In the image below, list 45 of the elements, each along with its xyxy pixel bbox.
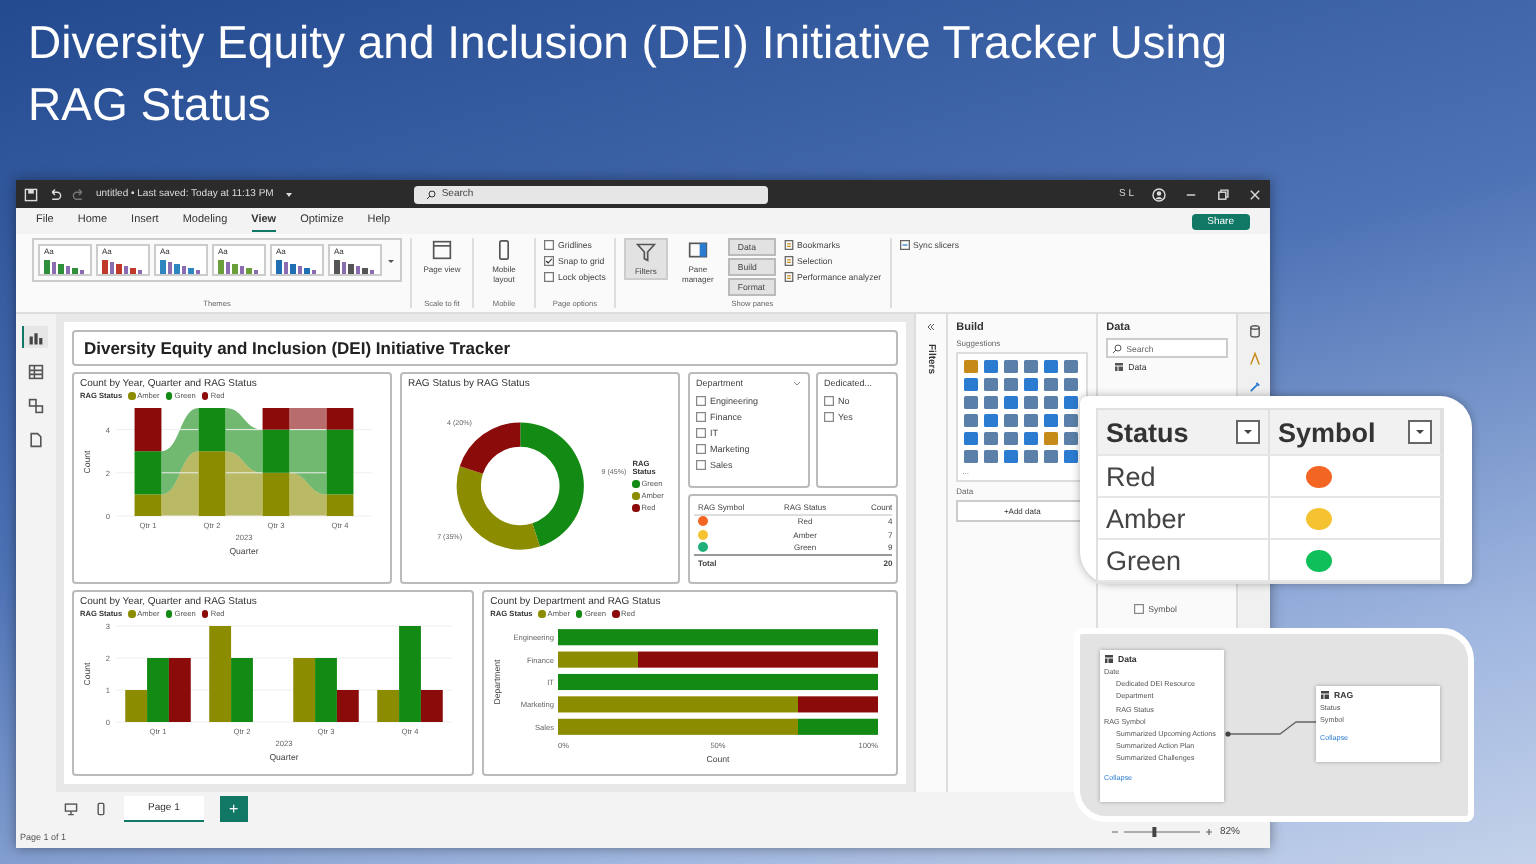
table-icon <box>1114 362 1125 372</box>
save-icon[interactable] <box>24 187 38 201</box>
checkbox[interactable] <box>544 256 554 266</box>
dropdown-icon[interactable] <box>1236 420 1260 444</box>
table-cell: Green <box>1106 545 1182 575</box>
checkbox[interactable] <box>824 411 835 421</box>
visuals-grid-drawing[interactable] <box>962 358 1083 466</box>
redo-icon[interactable] <box>72 187 86 201</box>
search-icon <box>1112 343 1123 353</box>
caret-icon[interactable] <box>283 189 294 199</box>
close-icon[interactable] <box>1248 187 1262 201</box>
avatar-icon[interactable] <box>1152 187 1166 201</box>
collapse-icon[interactable] <box>926 322 937 332</box>
column-header: Status <box>1106 417 1189 447</box>
dropdown-icon[interactable] <box>1408 420 1432 444</box>
table-cell: Amber <box>1106 503 1186 533</box>
report-title: Diversity Equity and Inclusion (DEI) Initiative Tracker <box>71 330 899 366</box>
checkbox[interactable] <box>695 411 706 421</box>
checkbox[interactable] <box>824 395 835 405</box>
phone-icon[interactable] <box>94 801 108 815</box>
phone-icon <box>494 240 514 260</box>
checkbox[interactable] <box>544 272 554 282</box>
checkbox[interactable] <box>544 240 554 250</box>
caret-icon[interactable] <box>386 255 396 265</box>
filter-icon <box>635 242 656 262</box>
checkbox[interactable] <box>695 459 706 469</box>
search-icon <box>425 189 436 199</box>
checkbox[interactable] <box>695 395 706 405</box>
panel-icon <box>687 240 708 260</box>
page-icon <box>432 240 452 260</box>
table-icon <box>1320 690 1330 700</box>
database-icon[interactable] <box>1247 324 1262 338</box>
checkbox[interactable] <box>695 443 706 453</box>
column-header: Symbol <box>1278 417 1376 447</box>
table-cell: Red <box>1106 461 1156 491</box>
add-page-button[interactable]: + <box>219 795 248 821</box>
desktop-icon[interactable] <box>64 801 78 815</box>
undo-icon[interactable] <box>48 187 62 201</box>
checkbox[interactable] <box>695 427 706 437</box>
table-icon <box>1104 654 1114 664</box>
zoom-slider[interactable] <box>1112 826 1212 838</box>
slide-title: Diversity Equity and Inclusion (DEI) Initiative Tracker Using RAG Status <box>28 14 1228 134</box>
restore-icon[interactable] <box>1216 187 1230 201</box>
checkbox[interactable] <box>1134 604 1145 614</box>
report-view-icon[interactable] <box>22 326 49 348</box>
